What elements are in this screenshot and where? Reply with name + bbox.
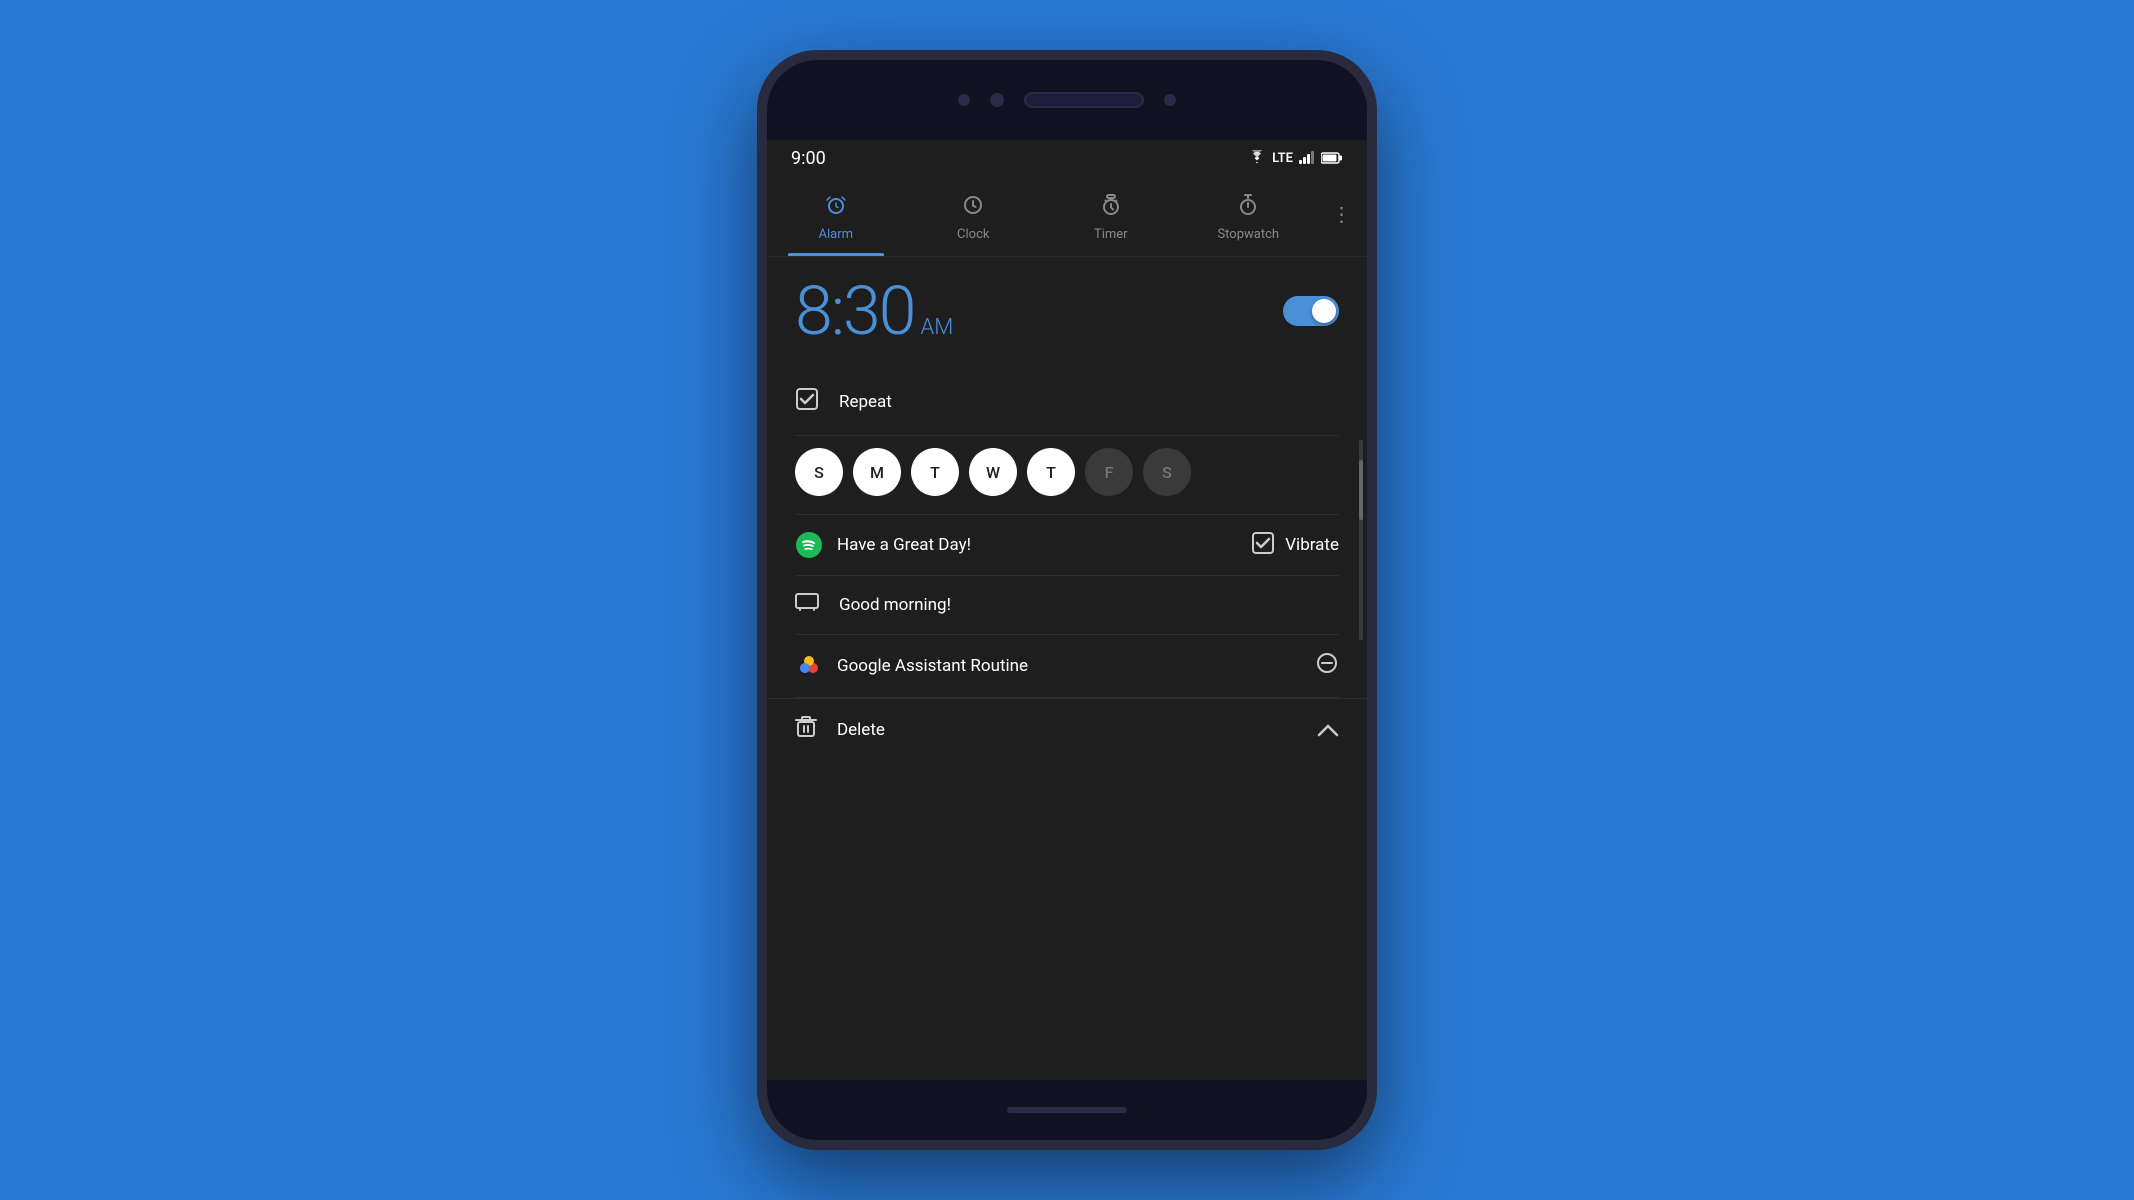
- status-icons: LTE: [1248, 149, 1343, 168]
- status-bar: 9:00 LTE: [767, 140, 1367, 177]
- day-saturday[interactable]: S: [1143, 448, 1191, 496]
- tab-alarm[interactable]: Alarm: [767, 185, 905, 256]
- days-row: S M T W T F S: [795, 436, 1339, 515]
- nav-tabs: Alarm Clock: [767, 177, 1367, 257]
- snooze-row[interactable]: Good morning!: [795, 576, 1339, 635]
- tab-stopwatch[interactable]: Stopwatch: [1180, 185, 1318, 256]
- wifi-icon: [1248, 149, 1266, 168]
- repeat-checkbox-icon: [795, 387, 823, 417]
- scroll-thumb: [1359, 460, 1363, 520]
- delete-label: Delete: [837, 720, 1303, 740]
- alarm-content: 8:30 AM Repeat S: [767, 257, 1367, 1080]
- delete-icon: [795, 715, 823, 745]
- phone-screen: 9:00 LTE: [767, 140, 1367, 1080]
- delete-row[interactable]: Delete: [795, 699, 1339, 761]
- day-thursday[interactable]: T: [1027, 448, 1075, 496]
- phone-top-hardware: [767, 60, 1367, 140]
- day-wednesday[interactable]: W: [969, 448, 1017, 496]
- alarm-time-row: 8:30 AM: [795, 277, 1339, 345]
- side-accent-bar: [1371, 380, 1377, 450]
- music-label: Have a Great Day!: [837, 535, 971, 555]
- spotify-icon: [795, 531, 823, 559]
- alarm-time-display: 8:30 AM: [795, 277, 953, 345]
- snooze-label: Good morning!: [839, 595, 951, 615]
- phone-frame: 9:00 LTE: [757, 50, 1377, 1150]
- vibrate-checkbox-icon: [1251, 531, 1275, 559]
- day-label-thu: T: [1046, 463, 1056, 482]
- day-label-tue: T: [930, 463, 940, 482]
- scroll-indicator: [1359, 440, 1363, 640]
- music-section[interactable]: Have a Great Day!: [795, 531, 1251, 559]
- speaker: [1024, 92, 1144, 108]
- vibrate-label: Vibrate: [1285, 535, 1339, 555]
- alarm-tab-label: Alarm: [818, 227, 853, 242]
- minus-circle-icon: [1315, 651, 1339, 681]
- music-vibrate-row: Have a Great Day! Vibrate: [795, 515, 1339, 576]
- time-ampm: AM: [920, 315, 953, 340]
- repeat-label: Repeat: [839, 392, 892, 412]
- repeat-row[interactable]: Repeat: [795, 369, 1339, 436]
- assistant-row[interactable]: Google Assistant Routine: [795, 635, 1339, 698]
- clock-tab-label: Clock: [957, 227, 989, 242]
- phone-bottom-hardware: [767, 1080, 1367, 1140]
- assistant-icon: [795, 652, 823, 680]
- snooze-icon: [795, 592, 823, 618]
- alarm-tab-icon: [824, 193, 848, 223]
- vibrate-section[interactable]: Vibrate: [1251, 531, 1339, 559]
- sensor: [1164, 94, 1176, 106]
- alarm-toggle[interactable]: [1283, 296, 1339, 326]
- timer-tab-label: Timer: [1094, 227, 1128, 242]
- more-options-button[interactable]: ⋮: [1317, 202, 1367, 240]
- lte-label: LTE: [1272, 151, 1293, 166]
- chevron-up-icon: [1317, 718, 1339, 742]
- camera-center: [990, 93, 1004, 107]
- status-time: 9:00: [791, 148, 826, 169]
- battery-icon: [1321, 149, 1343, 168]
- day-label-sun: S: [814, 463, 824, 482]
- stopwatch-tab-label: Stopwatch: [1217, 227, 1279, 242]
- day-label-fri: F: [1105, 463, 1114, 482]
- tab-clock[interactable]: Clock: [905, 185, 1043, 256]
- timer-tab-icon: [1099, 193, 1123, 223]
- more-dots-icon: ⋮: [1332, 202, 1353, 226]
- day-friday[interactable]: F: [1085, 448, 1133, 496]
- day-monday[interactable]: M: [853, 448, 901, 496]
- day-label-mon: M: [870, 463, 884, 482]
- tab-timer[interactable]: Timer: [1042, 185, 1180, 256]
- camera-left: [958, 94, 970, 106]
- time-digits: 8:30: [795, 277, 914, 345]
- stopwatch-tab-icon: [1236, 193, 1260, 223]
- home-indicator: [1007, 1107, 1127, 1113]
- clock-tab-icon: [961, 193, 985, 223]
- signal-icon: [1299, 149, 1315, 168]
- day-tuesday[interactable]: T: [911, 448, 959, 496]
- day-label-wed: W: [986, 463, 1000, 482]
- assistant-label: Google Assistant Routine: [837, 656, 1301, 676]
- day-label-sat: S: [1162, 463, 1172, 482]
- day-sunday[interactable]: S: [795, 448, 843, 496]
